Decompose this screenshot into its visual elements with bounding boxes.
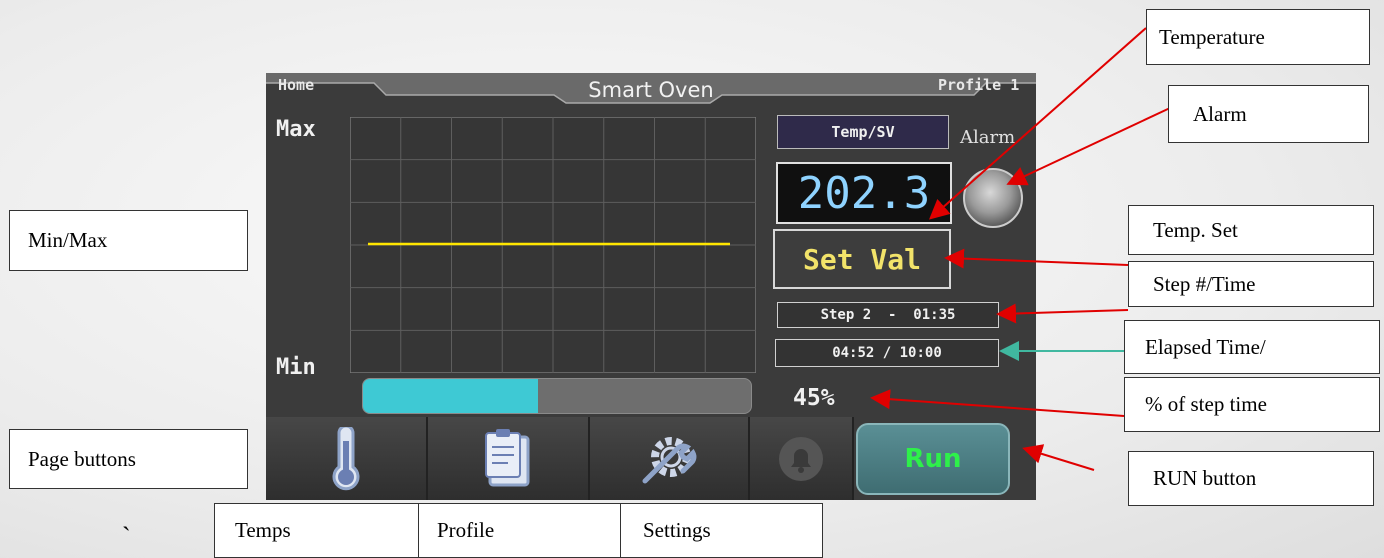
arrow-step-time [996,303,1129,324]
callout-settings: Settings [620,503,823,558]
callout-temp-set: Temp. Set [1128,205,1374,255]
callout-min-max: Min/Max [9,210,248,271]
arrow-temperature [929,27,1147,220]
callout-step-time: Step #/Time [1128,261,1374,307]
callout-alarm: Alarm [1168,85,1369,143]
callout-elapsed: Elapsed Time/ [1124,320,1380,374]
arrow-percent [870,389,1125,417]
callout-temps: Temps [214,503,419,558]
stray-backtick: ` [122,522,131,551]
callout-percent: % of step time [1124,377,1380,432]
callout-temperature: Temperature [1146,9,1370,65]
callout-page-buttons: Page buttons [9,429,248,489]
callout-profile: Profile [418,503,621,558]
callout-run-button: RUN button [1128,451,1374,506]
arrow-run [1022,444,1095,471]
arrow-alarm [1006,107,1171,186]
arrow-temp-set [944,248,1129,269]
